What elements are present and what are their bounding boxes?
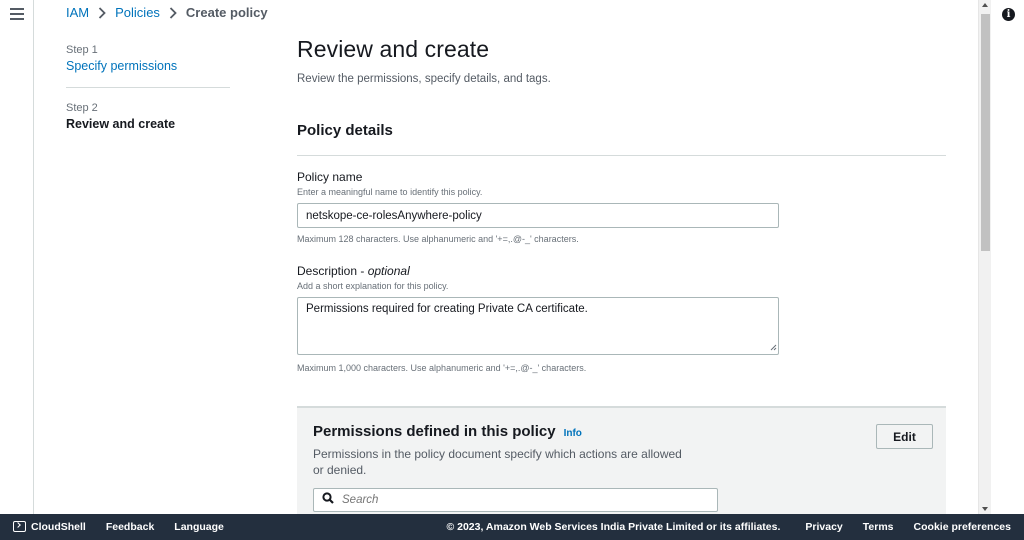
description-label-text: Description xyxy=(297,264,358,278)
policy-name-constraint: Maximum 128 characters. Use alphanumeric… xyxy=(297,234,579,244)
breadcrumb-iam[interactable]: IAM xyxy=(66,5,89,20)
main-content: Review and create Review the permissions… xyxy=(297,36,946,407)
step-1-number: Step 1 xyxy=(66,44,98,56)
permissions-panel-inner: Permissions defined in this policy Info … xyxy=(313,423,933,512)
scroll-down-arrow-icon[interactable] xyxy=(982,507,988,511)
terms-link[interactable]: Terms xyxy=(863,521,894,533)
cloudshell-label: CloudShell xyxy=(31,521,86,533)
description-help: Add a short explanation for this policy. xyxy=(297,281,449,291)
breadcrumb: IAM Policies Create policy xyxy=(66,5,268,20)
hamburger-menu-icon[interactable] xyxy=(10,8,24,22)
permissions-panel: Permissions defined in this policy Info … xyxy=(297,407,946,514)
scrollbar-thumb[interactable] xyxy=(981,14,990,251)
policy-name-field: Policy name Enter a meaningful name to i… xyxy=(297,170,946,244)
breadcrumb-current: Create policy xyxy=(185,5,268,20)
language-link[interactable]: Language xyxy=(174,521,224,533)
copyright-text: © 2023, Amazon Web Services India Privat… xyxy=(446,521,781,533)
edit-button[interactable]: Edit xyxy=(876,424,933,449)
step-2-number: Step 2 xyxy=(66,102,98,114)
scroll-up-arrow-icon[interactable] xyxy=(982,3,988,7)
permissions-title: Permissions defined in this policy Info xyxy=(313,423,933,440)
feedback-link[interactable]: Feedback xyxy=(106,521,154,533)
permissions-title-text: Permissions defined in this policy xyxy=(313,423,556,440)
permissions-description: Permissions in the policy document speci… xyxy=(313,447,682,477)
privacy-link[interactable]: Privacy xyxy=(805,521,842,533)
page-title: Review and create xyxy=(297,36,490,62)
search-icon xyxy=(322,491,334,509)
description-label-separator: - xyxy=(357,264,368,278)
console-footer: CloudShell Feedback Language © 2023, Ama… xyxy=(0,514,1024,540)
policy-name-input[interactable] xyxy=(297,203,779,228)
terminal-icon xyxy=(13,521,26,532)
search-box[interactable] xyxy=(313,488,718,512)
optional-tag: optional xyxy=(367,264,410,278)
step-2: Step 2 Review and create xyxy=(66,87,230,145)
vertical-scrollbar[interactable] xyxy=(978,0,991,514)
chevron-right-icon xyxy=(98,6,106,19)
step-2-label: Review and create xyxy=(66,117,176,131)
policy-details-title: Policy details xyxy=(297,122,393,139)
step-1-link[interactable]: Specify permissions xyxy=(66,59,230,73)
right-tools-rail: i xyxy=(992,0,1024,514)
page-subtitle: Review the permissions, specify details,… xyxy=(297,73,551,85)
search-input[interactable] xyxy=(342,494,702,506)
resize-grip-icon[interactable] xyxy=(770,344,777,351)
info-link[interactable]: Info xyxy=(564,428,582,439)
cloudshell-button[interactable]: CloudShell xyxy=(13,521,86,533)
description-textarea[interactable]: Permissions required for creating Privat… xyxy=(297,297,779,355)
wizard-steps: Step 1 Specify permissions Step 2 Review… xyxy=(66,44,230,145)
step-1: Step 1 Specify permissions xyxy=(66,44,230,87)
breadcrumb-policies[interactable]: Policies xyxy=(115,5,160,20)
section-divider xyxy=(297,155,946,156)
info-circle-icon[interactable]: i xyxy=(1002,8,1015,21)
cookie-preferences-link[interactable]: Cookie preferences xyxy=(914,521,1011,533)
chevron-right-icon xyxy=(169,6,177,19)
description-field: Description - optional Add a short expla… xyxy=(297,264,946,373)
description-constraint: Maximum 1,000 characters. Use alphanumer… xyxy=(297,363,587,373)
policy-name-description: Enter a meaningful name to identify this… xyxy=(297,187,483,197)
policy-name-label: Policy name xyxy=(297,170,363,184)
left-nav-rail xyxy=(0,0,34,514)
description-label: Description - optional xyxy=(297,264,946,278)
